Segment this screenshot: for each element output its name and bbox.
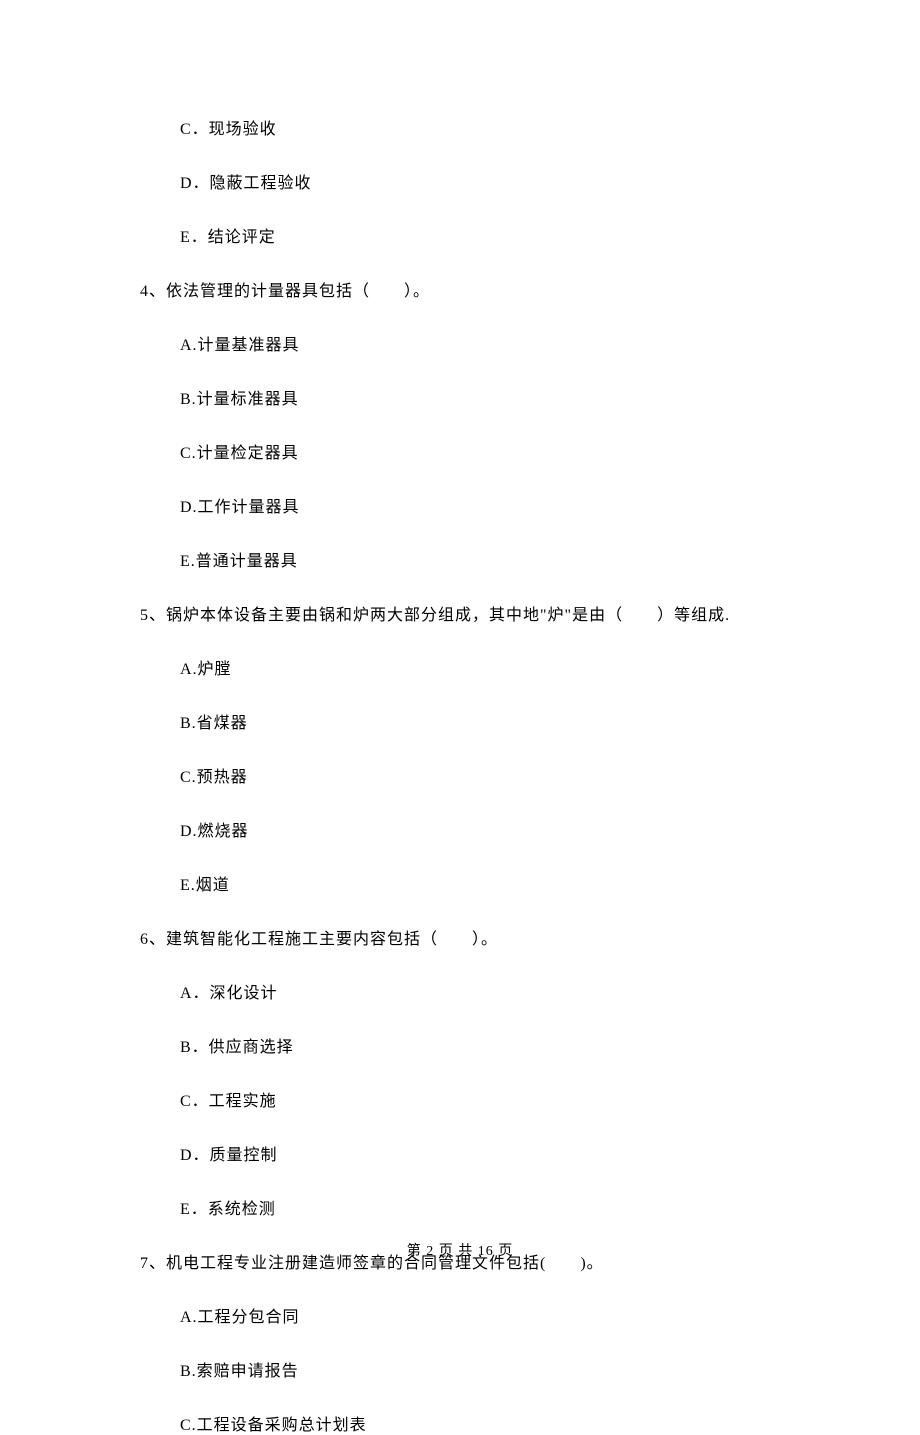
option-item: B.计量标准器具	[180, 385, 800, 409]
option-item: A．深化设计	[180, 979, 800, 1003]
option-item: E.普通计量器具	[180, 547, 800, 571]
option-item: C.预热器	[180, 763, 800, 787]
option-item: C.工程设备采购总计划表	[180, 1411, 800, 1435]
option-item: B.省煤器	[180, 709, 800, 733]
question-stem: 4、依法管理的计量器具包括（ ）。	[140, 277, 800, 301]
option-item: D．质量控制	[180, 1141, 800, 1165]
option-item: D.工作计量器具	[180, 493, 800, 517]
option-item: C.计量检定器具	[180, 439, 800, 463]
option-item: D．隐蔽工程验收	[180, 169, 800, 193]
option-item: C．现场验收	[180, 115, 800, 139]
option-item: D.燃烧器	[180, 817, 800, 841]
option-item: A.炉膛	[180, 655, 800, 679]
option-item: A.计量基准器具	[180, 331, 800, 355]
option-item: E．系统检测	[180, 1195, 800, 1219]
option-item: B．供应商选择	[180, 1033, 800, 1057]
option-item: E．结论评定	[180, 223, 800, 247]
option-item: C．工程实施	[180, 1087, 800, 1111]
option-item: E.烟道	[180, 871, 800, 895]
page-footer: 第 2 页 共 16 页	[0, 1240, 920, 1260]
option-item: A.工程分包合同	[180, 1303, 800, 1327]
question-stem: 6、建筑智能化工程施工主要内容包括（ ）。	[140, 925, 800, 949]
option-item: B.索赔申请报告	[180, 1357, 800, 1381]
page-content: C．现场验收 D．隐蔽工程验收 E．结论评定 4、依法管理的计量器具包括（ ）。…	[0, 0, 920, 1435]
question-stem: 5、锅炉本体设备主要由锅和炉两大部分组成，其中地"炉"是由（ ）等组成.	[140, 601, 800, 625]
